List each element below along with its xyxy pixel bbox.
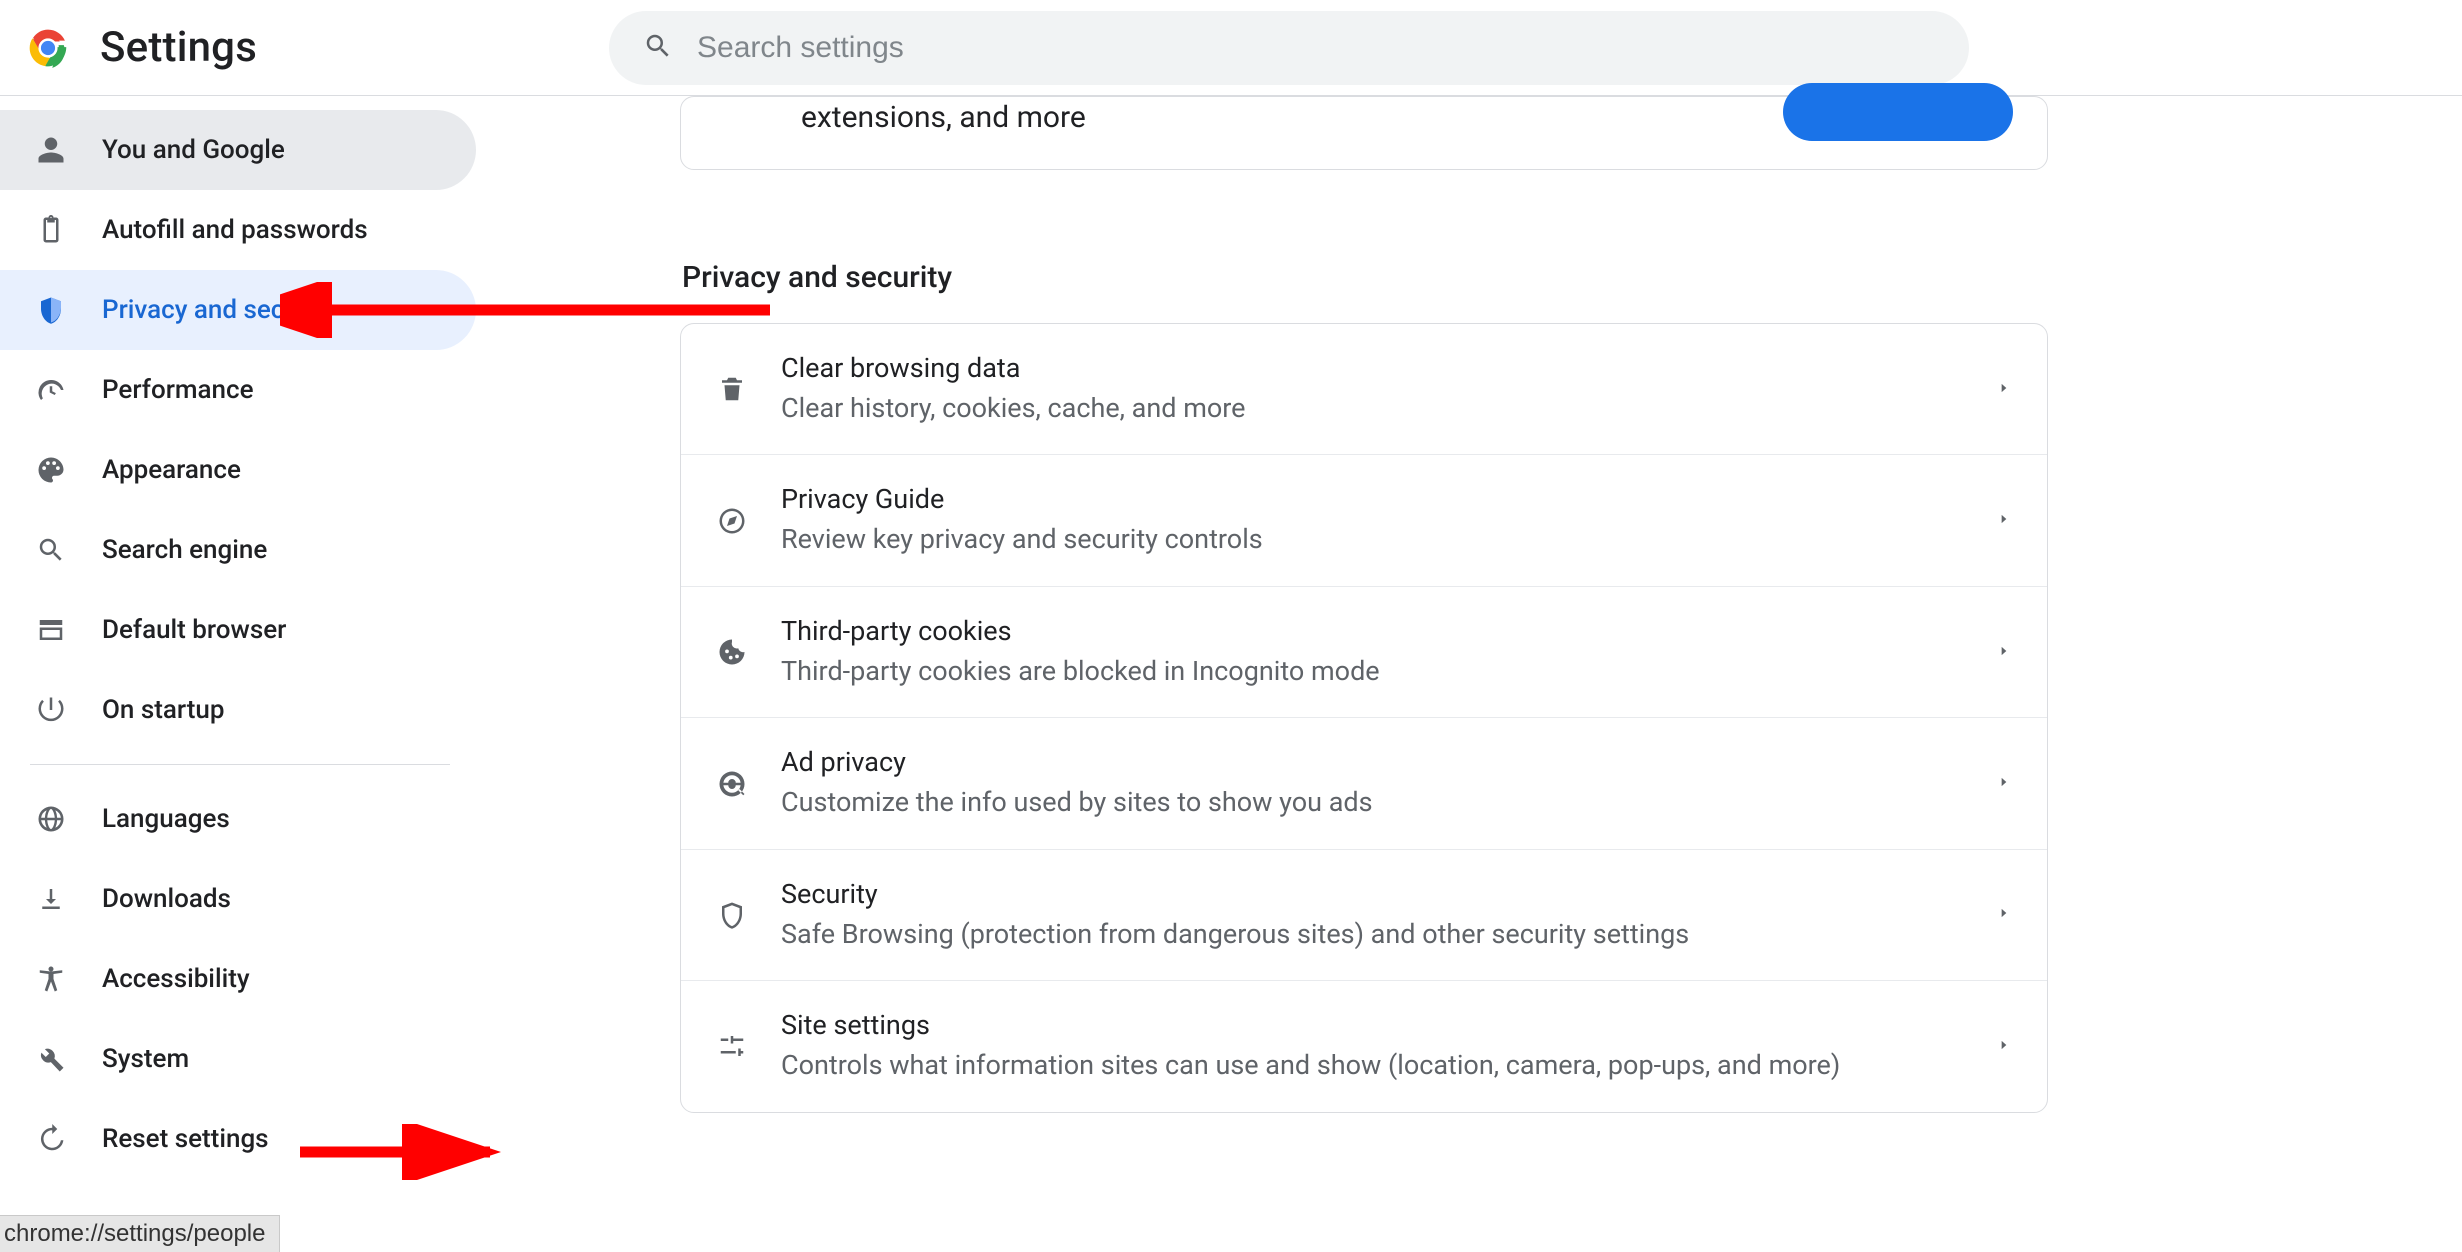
sliders-icon (715, 1029, 749, 1063)
search-icon (36, 535, 66, 565)
chevron-right-icon (1997, 905, 2013, 924)
sidebar-item-label: Default browser (102, 615, 286, 645)
sidebar-item-performance[interactable]: Performance (0, 350, 476, 430)
sidebar-item-default-browser[interactable]: Default browser (0, 590, 476, 670)
row-title: Privacy Guide (781, 483, 1965, 515)
chevron-right-icon (1997, 380, 2013, 399)
sidebar-item-label: System (102, 1044, 189, 1074)
chevron-right-icon (1997, 774, 2013, 793)
trash-icon (715, 372, 749, 406)
row-title: Site settings (781, 1009, 1965, 1041)
power-icon (36, 695, 66, 725)
privacy-card: Clear browsing data Clear history, cookie… (680, 323, 2048, 1113)
globe-icon (36, 804, 66, 834)
sidebar-item-label: Privacy and security (102, 295, 336, 325)
sidebar-item-label: On startup (102, 695, 224, 725)
speedometer-icon (36, 375, 66, 405)
settings-sidebar: You and Google Autofill and passwords Priv… (0, 96, 480, 1252)
status-bar-url: chrome://settings/people (0, 1215, 280, 1252)
ad-target-icon (715, 767, 749, 801)
sidebar-item-system[interactable]: System (0, 1019, 476, 1099)
row-clear-data[interactable]: Clear browsing data Clear history, cookie… (681, 324, 2047, 455)
row-text: Clear browsing data Clear history, cookie… (781, 352, 1965, 426)
row-title: Clear browsing data (781, 352, 1965, 384)
row-text: Ad privacy Customize the info used by sit… (781, 746, 1965, 820)
sidebar-item-label: Reset settings (102, 1124, 269, 1154)
row-text: Security Safe Browsing (protection from d… (781, 878, 1965, 952)
row-subtitle: Review key privacy and security controls (781, 521, 1881, 557)
row-subtitle: Clear history, cookies, cache, and more (781, 390, 1881, 426)
sidebar-item-label: Performance (102, 375, 254, 405)
row-site-settings[interactable]: Site settings Controls what information s… (681, 981, 2047, 1111)
palette-icon (36, 455, 66, 485)
row-third-party-cookies[interactable]: Third-party cookies Third-party cookies a… (681, 587, 2047, 718)
accessibility-icon (36, 964, 66, 994)
sidebar-item-label: Search engine (102, 535, 267, 565)
restore-icon (36, 1124, 66, 1154)
row-title: Third-party cookies (781, 615, 1965, 647)
sidebar-item-privacy[interactable]: Privacy and security (0, 270, 476, 350)
sidebar-item-autofill[interactable]: Autofill and passwords (0, 190, 476, 270)
header-bar: Settings (0, 0, 2462, 96)
row-security[interactable]: Security Safe Browsing (protection from d… (681, 850, 2047, 981)
sidebar-item-label: Autofill and passwords (102, 215, 368, 245)
sidebar-item-label: Languages (102, 804, 230, 834)
sidebar-item-on-startup[interactable]: On startup (0, 670, 476, 750)
sync-turn-on-button[interactable] (1783, 83, 2013, 141)
person-icon (36, 135, 66, 165)
sidebar-item-label: You and Google (102, 135, 285, 165)
clipboard-icon (36, 215, 66, 245)
row-text: Site settings Controls what information s… (781, 1009, 1965, 1083)
cookie-icon (715, 635, 749, 669)
row-text: Privacy Guide Review key privacy and secu… (781, 483, 1965, 557)
chevron-right-icon (1997, 511, 2013, 530)
wrench-icon (36, 1044, 66, 1074)
sidebar-item-label: Accessibility (102, 964, 250, 994)
sidebar-item-languages[interactable]: Languages (0, 779, 476, 859)
compass-icon (715, 504, 749, 538)
shield-outline-icon (715, 898, 749, 932)
row-subtitle: Safe Browsing (protection from dangerous… (781, 916, 1881, 952)
chevron-right-icon (1997, 1037, 2013, 1056)
browser-icon (36, 615, 66, 645)
sidebar-item-appearance[interactable]: Appearance (0, 430, 476, 510)
sidebar-item-reset[interactable]: Reset settings (0, 1099, 476, 1179)
sidebar-item-downloads[interactable]: Downloads (0, 859, 476, 939)
chrome-logo-icon (28, 28, 68, 68)
search-icon (643, 31, 673, 65)
shield-icon (36, 295, 66, 325)
row-title: Security (781, 878, 1965, 910)
sidebar-item-accessibility[interactable]: Accessibility (0, 939, 476, 1019)
sidebar-item-label: Downloads (102, 884, 231, 914)
download-icon (36, 884, 66, 914)
row-subtitle: Third-party cookies are blocked in Incog… (781, 653, 1881, 689)
sidebar-item-search-engine[interactable]: Search engine (0, 510, 476, 590)
row-subtitle: Controls what information sites can use … (781, 1047, 1881, 1083)
main-content: extensions, and more Privacy and securit… (480, 96, 2462, 1252)
sidebar-divider (30, 764, 450, 765)
search-settings-input[interactable] (697, 31, 1935, 65)
sidebar-item-you-google[interactable]: You and Google (0, 110, 476, 190)
page-title: Settings (100, 23, 257, 72)
sync-card-partial: extensions, and more (680, 96, 2048, 170)
row-subtitle: Customize the info used by sites to show… (781, 784, 1881, 820)
row-ad-privacy[interactable]: Ad privacy Customize the info used by sit… (681, 718, 2047, 849)
row-title: Ad privacy (781, 746, 1965, 778)
row-privacy-guide[interactable]: Privacy Guide Review key privacy and secu… (681, 455, 2047, 586)
sidebar-item-label: Appearance (102, 455, 241, 485)
section-heading-privacy: Privacy and security (682, 260, 2422, 295)
search-settings-container[interactable] (609, 11, 1969, 85)
chevron-right-icon (1997, 643, 2013, 662)
row-text: Third-party cookies Third-party cookies a… (781, 615, 1965, 689)
